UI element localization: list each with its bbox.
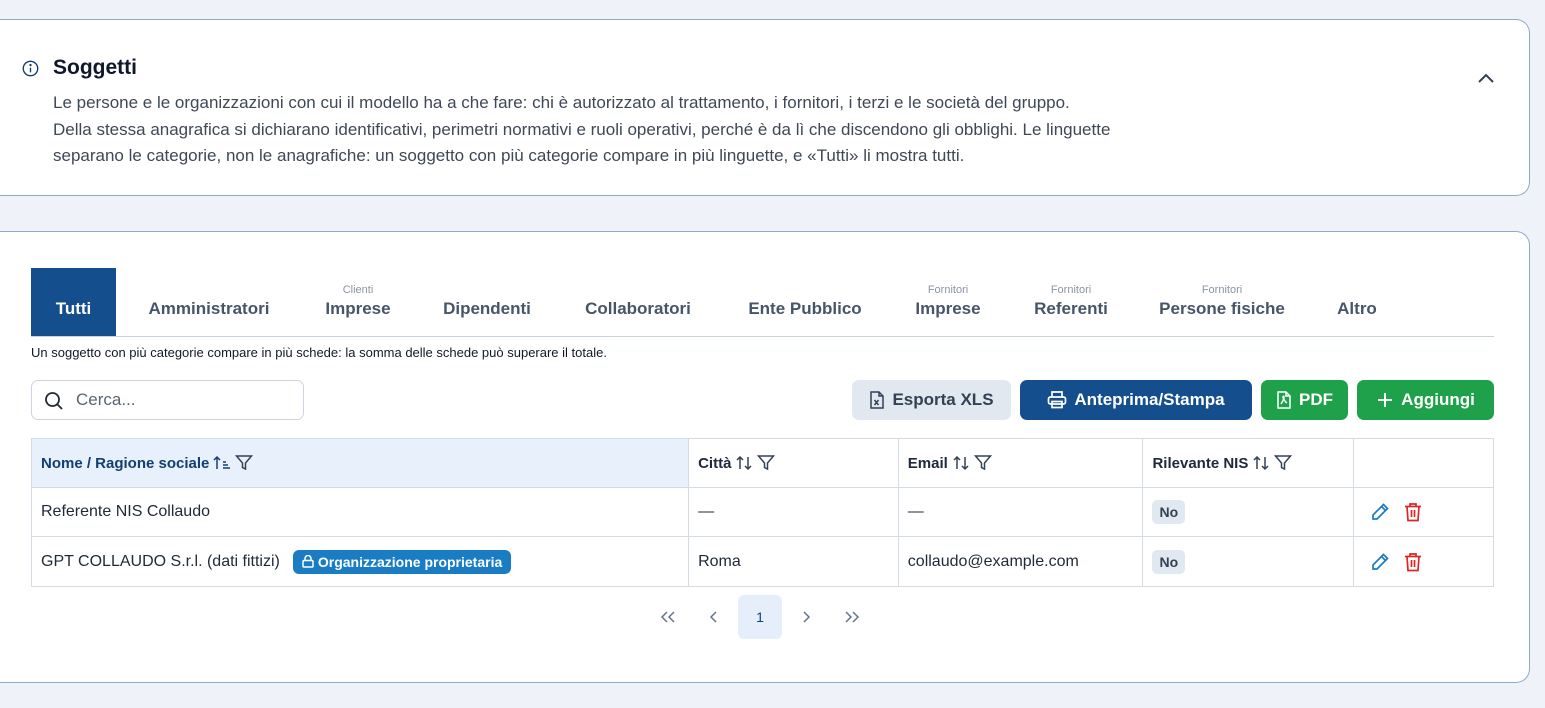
cell-email: collaudo@example.com bbox=[899, 537, 1144, 586]
print-preview-button[interactable]: Anteprima/Stampa bbox=[1020, 380, 1252, 420]
tab-fornitori-persone-fisiche[interactable]: Fornitori Persone fisiche bbox=[1145, 268, 1299, 336]
tabs-note: Un soggetto con più categorie compare in… bbox=[31, 345, 607, 360]
cell-nis: No bbox=[1143, 488, 1355, 536]
table-header-row: Nome / Ragione sociale Città Email Rilev… bbox=[32, 439, 1493, 488]
chevron-left-icon bbox=[709, 611, 717, 623]
cell-name: Referente NIS Collaudo bbox=[32, 488, 690, 536]
tab-dipendenti[interactable]: Dipendenti bbox=[427, 268, 547, 336]
subjects-card: Tutti Amministratori Clienti Imprese Dipe… bbox=[0, 231, 1530, 683]
search-input[interactable] bbox=[76, 389, 296, 411]
last-page-button[interactable] bbox=[830, 595, 874, 639]
sort-ascending-icon[interactable] bbox=[213, 455, 231, 471]
prev-page-button[interactable] bbox=[692, 595, 736, 639]
search-icon bbox=[45, 392, 63, 410]
printer-icon bbox=[1048, 391, 1067, 409]
search-box[interactable] bbox=[31, 380, 304, 420]
column-header-name[interactable]: Nome / Ragione sociale bbox=[32, 439, 690, 487]
next-page-button[interactable] bbox=[784, 595, 828, 639]
sort-icon[interactable] bbox=[735, 455, 753, 471]
cell-city: Roma bbox=[689, 537, 899, 586]
table-row[interactable]: GPT COLLAUDO S.r.l. (dati fittizi) Organ… bbox=[32, 537, 1493, 586]
sort-icon[interactable] bbox=[952, 455, 970, 471]
filter-icon[interactable] bbox=[757, 454, 776, 472]
page-1-button[interactable]: 1 bbox=[738, 595, 782, 639]
column-header-nis[interactable]: Rilevante NIS bbox=[1143, 439, 1355, 487]
first-page-button[interactable] bbox=[646, 595, 690, 639]
nis-badge: No bbox=[1152, 500, 1186, 524]
cell-name: GPT COLLAUDO S.r.l. (dati fittizi) Organ… bbox=[32, 537, 690, 586]
info-icon bbox=[22, 60, 39, 77]
filter-icon[interactable] bbox=[235, 454, 254, 472]
file-excel-icon bbox=[870, 391, 885, 409]
tab-fornitori-imprese[interactable]: Fornitori Imprese bbox=[897, 268, 999, 336]
cell-nis: No bbox=[1143, 537, 1355, 586]
filter-icon[interactable] bbox=[973, 454, 992, 472]
subjects-table: Nome / Ragione sociale Città Email Rilev… bbox=[31, 438, 1494, 587]
column-header-city[interactable]: Città bbox=[689, 439, 899, 487]
tab-ente-pubblico[interactable]: Ente Pubblico bbox=[734, 268, 876, 336]
trash-icon[interactable] bbox=[1404, 552, 1422, 572]
cell-city: — bbox=[689, 488, 899, 536]
trash-icon[interactable] bbox=[1404, 502, 1422, 522]
owner-organization-badge: Organizzazione proprietaria bbox=[292, 549, 512, 574]
column-header-actions bbox=[1354, 439, 1493, 487]
table-row[interactable]: Referente NIS Collaudo — — No bbox=[32, 488, 1493, 537]
tab-fornitori-referenti[interactable]: Fornitori Referenti bbox=[1016, 268, 1126, 336]
cell-actions bbox=[1354, 537, 1493, 586]
column-header-email[interactable]: Email bbox=[899, 439, 1144, 487]
chevrons-right-icon bbox=[845, 611, 860, 623]
lock-icon bbox=[302, 555, 314, 568]
pagination: 1 bbox=[645, 595, 875, 639]
info-description: Le persone e le organizzazioni con cui i… bbox=[53, 93, 1111, 165]
chevron-right-icon bbox=[803, 611, 811, 623]
export-xls-button[interactable]: Esporta XLS bbox=[852, 380, 1011, 420]
edit-pencil-icon[interactable] bbox=[1370, 502, 1390, 522]
sort-icon[interactable] bbox=[1252, 455, 1270, 471]
cell-actions bbox=[1354, 488, 1493, 536]
category-tabs: Tutti Amministratori Clienti Imprese Dipe… bbox=[31, 268, 1494, 337]
tab-tutti[interactable]: Tutti bbox=[31, 268, 116, 336]
tab-altro[interactable]: Altro bbox=[1322, 268, 1392, 336]
add-button[interactable]: Aggiungi bbox=[1357, 380, 1494, 420]
tab-clienti-imprese[interactable]: Clienti Imprese bbox=[307, 268, 409, 336]
filter-icon[interactable] bbox=[1274, 454, 1293, 472]
chevrons-left-icon bbox=[660, 611, 675, 623]
info-panel: Soggetti Le persone e le organizzazioni … bbox=[0, 19, 1530, 196]
cell-email: — bbox=[899, 488, 1144, 536]
edit-pencil-icon[interactable] bbox=[1370, 552, 1390, 572]
pdf-button[interactable]: PDF bbox=[1261, 380, 1348, 420]
plus-icon bbox=[1378, 393, 1393, 407]
nis-badge: No bbox=[1152, 549, 1186, 574]
tab-collaboratori[interactable]: Collaboratori bbox=[571, 268, 705, 336]
tab-amministratori[interactable]: Amministratori bbox=[124, 268, 294, 336]
file-pdf-icon bbox=[1277, 391, 1291, 409]
chevron-up-icon[interactable] bbox=[1473, 67, 1499, 89]
page-title: Soggetti bbox=[53, 56, 137, 79]
